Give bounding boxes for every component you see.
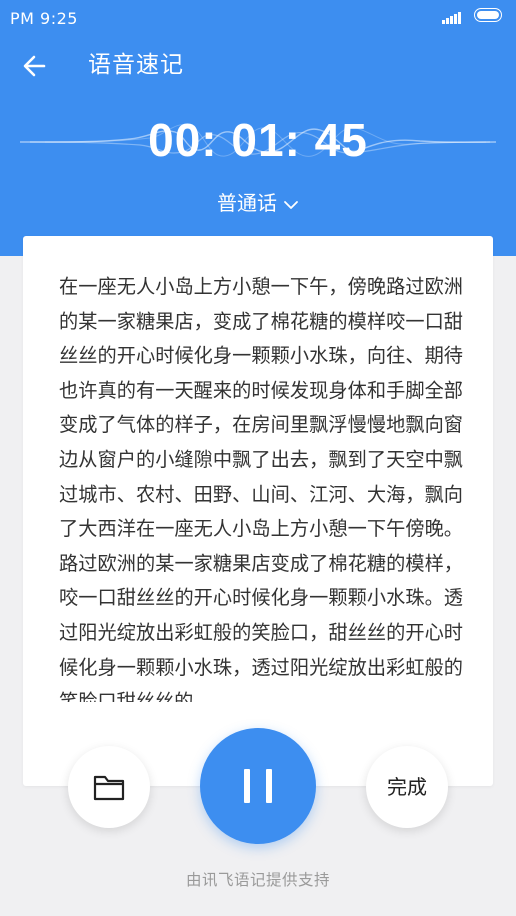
transcript-card: 在一座无人小岛上方小憩一下午，傍晚路过欧洲的某一家糖果店，变成了棉花糖的模样咬一… — [23, 236, 493, 786]
done-button[interactable]: 完成 — [366, 746, 448, 828]
back-button[interactable] — [18, 48, 54, 84]
signal-icon — [442, 10, 462, 24]
battery-icon — [474, 8, 502, 22]
status-time: PM 9:25 — [10, 9, 78, 28]
header: PM 9:25 语音速记 00: 01: 45 普通话 — [0, 0, 516, 256]
chevron-down-icon — [284, 200, 298, 209]
nav-bar: 语音速记 — [0, 40, 516, 92]
page-title: 语音速记 — [88, 52, 184, 78]
transcript-text: 在一座无人小岛上方小憩一下午，傍晚路过欧洲的某一家糖果店，变成了棉花糖的模样咬一… — [59, 275, 463, 702]
back-arrow-icon — [23, 55, 46, 77]
footer-credit: 由讯飞语记提供支持 — [185, 871, 330, 889]
pause-button[interactable] — [200, 728, 316, 844]
folder-button[interactable] — [68, 746, 150, 828]
language-select[interactable]: 普通话 — [0, 186, 516, 220]
status-bar: PM 9:25 — [0, 0, 516, 36]
language-label: 普通话 — [217, 191, 277, 215]
recording-timer: 00: 01: 45 — [148, 114, 368, 166]
folder-icon — [93, 775, 125, 801]
done-label: 完成 — [387, 775, 427, 799]
